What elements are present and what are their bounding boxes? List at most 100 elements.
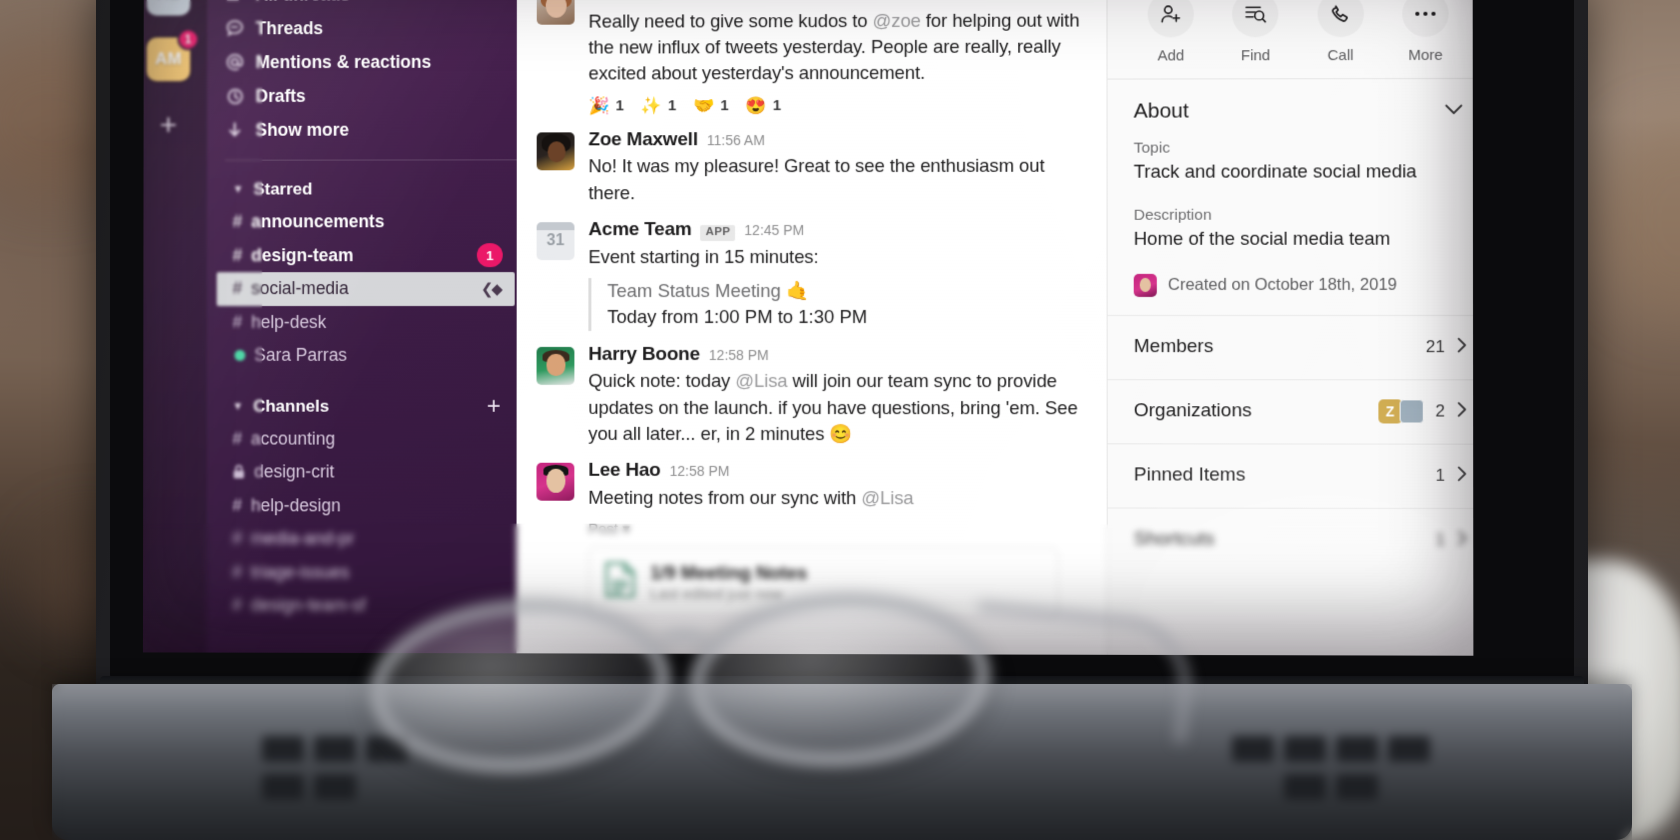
file-attachment-card[interactable]: 1/9 Meeting Notes Last edited just now [588,546,1059,619]
tool-label: Find [1240,47,1271,65]
row-count: 2 [1435,401,1445,421]
hash-icon: # [232,278,243,299]
chevron-right-icon [1457,530,1467,551]
reaction-chip[interactable]: 😍 1 [746,96,781,116]
reaction-chip[interactable]: 🎉 1 [588,96,623,116]
sidebar-label: Mentions & reactions [255,51,432,72]
threads-icon [225,19,245,37]
chevron-down-icon[interactable] [1445,102,1463,120]
post-type-dropdown[interactable]: Post ▾ [588,520,1084,539]
sidebar-item-show-more[interactable]: Show more [207,113,517,147]
reaction-bar: 🎉 1 ✨ 1 🤝 1 😍 1 [588,95,1084,116]
sidebar-item-social-media[interactable]: # social-media ❮◆ [216,272,515,306]
online-status-icon [234,350,246,362]
details-row-members[interactable]: Members 21 [1107,314,1474,380]
mention-link[interactable]: @zoe [873,10,921,31]
reaction-emoji: 🎉 [588,95,610,115]
more-button[interactable]: More [1388,0,1463,64]
about-section-header[interactable]: About [1108,79,1474,140]
workspace-am[interactable]: AM 1 [146,28,200,82]
description-label: Description [1133,206,1212,224]
message-timestamp: 12:58 PM [669,462,730,480]
mentions-icon [225,53,245,71]
sidebar-item-help-desk[interactable]: # help-desk [207,306,517,339]
laptop-keyboard-deck [52,684,1632,840]
details-row-organizations[interactable]: Organizations Z 2 [1107,379,1474,444]
channel-label: accounting [250,428,336,449]
created-row: Created on October 18th, 2019 [1133,273,1463,297]
sidebar-item-media-and-pr[interactable]: # media-and-pr [207,522,517,556]
avatar [1133,273,1157,297]
sidebar-item-triage-issues[interactable]: # triage-issues [206,556,516,590]
message-text-before: Really need to give some kudos to [588,9,873,32]
workspace-am-initials: AM [155,49,182,69]
sidebar-item-drafts[interactable]: Drafts [207,79,517,113]
reaction-count: 1 [615,97,624,115]
mention-link[interactable]: @Lisa [861,487,913,508]
add-button[interactable]: Add [1134,0,1208,65]
message-author[interactable]: Lee Hao [588,460,660,483]
avatar[interactable]: 31 [536,222,575,261]
add-workspace-button[interactable]: + [160,109,177,142]
sidebar-item-accounting[interactable]: # accounting [207,422,517,456]
sidebar-item-design-team-sf[interactable]: # design-team-sf [206,589,516,623]
avatar[interactable] [536,0,575,25]
sidebar-item-all-unreads[interactable]: All unreads [207,0,517,12]
details-row-shortcuts[interactable]: Shortcuts 1 [1107,507,1474,573]
sidebar-item-sara-parras[interactable]: Sara Parras [207,339,517,372]
calendar-icon: 31 [546,232,565,250]
workspace-al[interactable]: AL [146,0,191,16]
sidebar-item-mentions[interactable]: Mentions & reactions [207,45,517,79]
collapse-sidebar-icon[interactable]: ❮◆ [481,280,501,298]
sidebar-item-design-crit[interactable]: design-crit [207,455,517,489]
message-item: 31 Acme Team APP 12:45 PM Event starting… [536,210,1085,335]
section-header-starred[interactable]: ▼ Starred [207,173,517,205]
message-text-before: Quick note: today [588,370,736,392]
org-avatar-secondary [1399,399,1424,424]
message-author[interactable]: Lisa Dawson [589,0,703,6]
organization-avatars: Z [1377,399,1424,424]
message-author[interactable]: Zoe Maxwell [588,129,697,152]
avatar[interactable] [536,462,575,501]
channel-label: media-and-pr [250,528,355,549]
reaction-count: 1 [772,97,782,115]
channel-label: design-crit [254,461,335,482]
avatar[interactable] [536,346,575,385]
topic-value[interactable]: Track and coordinate social media [1134,159,1463,184]
sidebar-label: Show more [255,119,350,140]
message-author[interactable]: Acme Team [588,219,691,242]
find-button[interactable]: Find [1218,0,1292,64]
sidebar-item-design-team[interactable]: # design-team 1 [207,239,517,273]
topic-label: Topic [1133,139,1171,157]
reaction-emoji: 🤝 [693,95,715,115]
section-header-channels[interactable]: ▼ Channels + [207,390,517,422]
chevron-right-icon [1457,466,1467,487]
avatar[interactable] [536,131,575,170]
reaction-count: 1 [667,97,677,115]
event-attachment: Team Status Meeting 🤙 Today from 1:00 PM… [588,277,1085,331]
sidebar-item-announcements[interactable]: # announcements [207,205,517,239]
hash-icon: # [232,245,243,265]
sidebar-item-help-design[interactable]: # help-design [207,489,517,523]
reaction-chip[interactable]: ✨ 1 [641,96,676,116]
reaction-chip[interactable]: 🤝 1 [693,96,728,116]
chevron-down-icon: ▼ [232,183,244,196]
call-button[interactable]: Call [1303,0,1378,64]
hash-icon: # [232,528,242,549]
row-count: 1 [1435,466,1446,486]
channel-label: social-media [251,278,349,299]
message-author[interactable]: Harry Boone [588,343,700,366]
show-more-icon [225,122,245,138]
chevron-right-icon [1457,337,1467,358]
details-row-pinned-items[interactable]: Pinned Items 1 [1107,443,1474,508]
keycap [1336,736,1378,762]
add-channel-button[interactable]: + [487,392,501,419]
bokeh-blob [1600,120,1680,320]
description-value[interactable]: Home of the social media team [1134,227,1463,252]
sidebar-item-threads[interactable]: Threads [207,11,517,46]
message-text: Really need to give some kudos to @zoe f… [588,7,1084,87]
mention-link[interactable]: @Lisa [735,370,787,391]
channel-label: design-team-sf [250,595,366,616]
keycap [314,736,356,762]
channel-label: announcements [251,211,385,232]
